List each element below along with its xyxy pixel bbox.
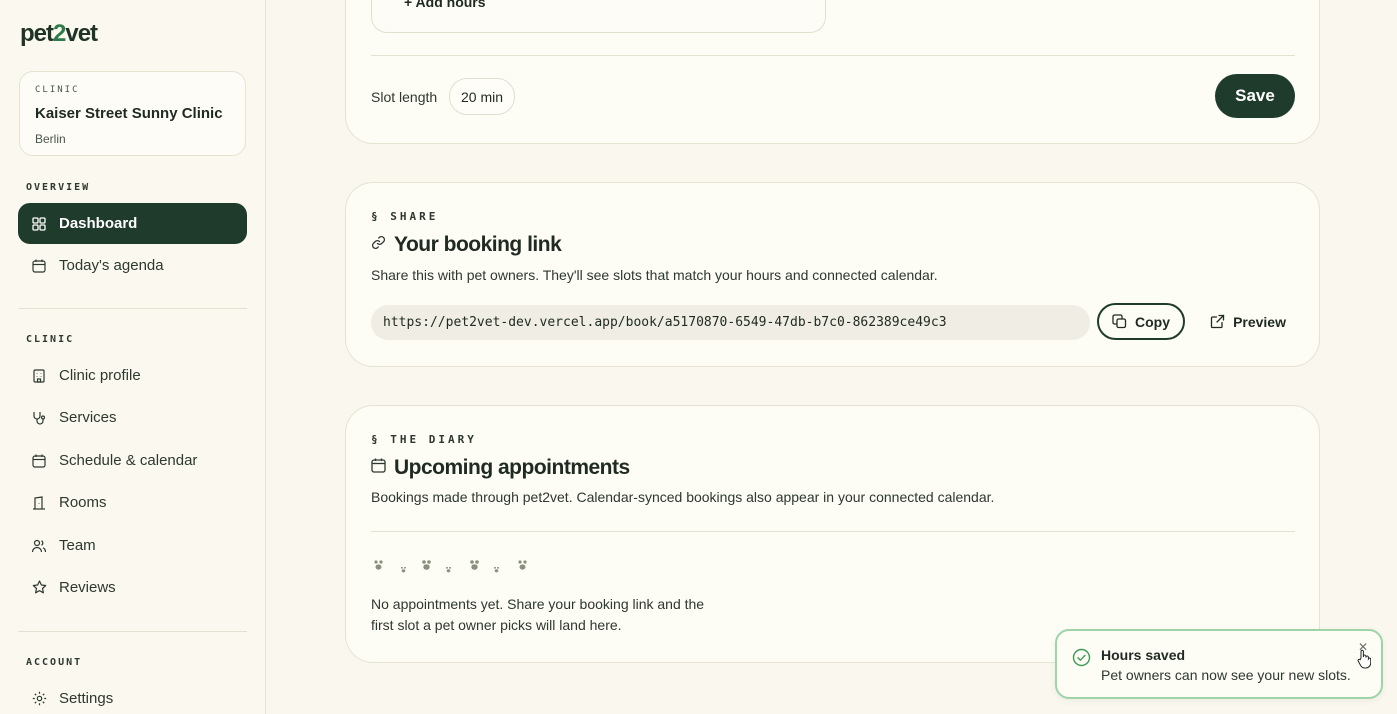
sidebar-item-services[interactable]: Services [18,397,247,438]
copy-icon [1112,314,1127,329]
copy-label: Copy [1135,313,1170,330]
sidebar: pet2vet CLINIC Kaiser Street Sunny Clini… [0,0,266,714]
logo-text-post: vet [65,20,98,47]
share-title-text: Your booking link [394,233,562,256]
logo-text-pre: pet [20,20,54,47]
section-label-account: ACCOUNT [26,657,83,668]
star-icon [31,580,47,596]
sidebar-item-label: Clinic profile [59,367,141,384]
section-label-clinic: CLINIC [26,334,75,345]
door-icon [31,495,47,511]
gear-icon [31,691,47,707]
clinic-switcher[interactable]: CLINIC Kaiser Street Sunny Clinic Berlin [19,71,246,156]
building-icon [31,368,47,384]
sidebar-item-label: Team [59,537,96,554]
add-hours-button[interactable]: + Add hours [371,0,826,33]
hours-card: + Add hours Slot length 20 min Save [345,0,1320,144]
toast-title: Hours saved [1101,647,1186,663]
card-divider [371,55,1295,56]
diary-title: Upcoming appointments [371,456,630,480]
toast-message: Pet owners can now see your new slots. [1101,667,1351,683]
dashboard-icon [31,216,47,232]
share-eyebrow: § SHARE [371,210,439,223]
paw-prints-icon [371,559,531,576]
diary-eyebrow: § THE DIARY [371,433,477,446]
users-icon [31,538,47,554]
copy-button[interactable]: Copy [1097,303,1185,340]
stethoscope-icon [31,410,47,426]
sidebar-item-label: Schedule & calendar [59,452,198,469]
sidebar-item-rooms[interactable]: Rooms [18,482,247,523]
share-description: Share this with pet owners. They'll see … [371,267,938,283]
sidebar-item-label: Reviews [59,579,116,596]
slot-length-select[interactable]: 20 min [449,78,515,115]
external-link-icon [1210,314,1225,329]
sidebar-item-team[interactable]: Team [18,525,247,566]
section-label-overview: OVERVIEW [26,182,91,193]
sidebar-item-clinic-profile[interactable]: Clinic profile [18,355,247,396]
calendar-icon [31,258,47,274]
clinic-tag: CLINIC [35,85,80,95]
sidebar-item-label: Rooms [59,494,107,511]
calendar-icon [31,453,47,469]
hand-cursor-icon [1357,649,1372,674]
share-title: Your booking link [371,233,562,257]
sidebar-item-label: Today's agenda [59,257,164,274]
booking-url-field[interactable]: https://pet2vet-dev.vercel.app/book/a517… [371,305,1090,340]
logo-text-two: 2 [53,20,66,47]
check-circle-icon [1072,648,1091,672]
card-divider [371,531,1295,532]
sidebar-item-settings[interactable]: Settings [18,678,247,714]
sidebar-item-reviews[interactable]: Reviews [18,567,247,608]
diary-description: Bookings made through pet2vet. Calendar-… [371,489,995,505]
preview-label: Preview [1233,313,1286,330]
empty-state-text: No appointments yet. Share your booking … [371,596,705,633]
clinic-city: Berlin [35,132,66,146]
share-card: § SHARE Your booking link Share this wit… [345,182,1320,367]
sidebar-item-label: Services [59,409,117,426]
save-button[interactable]: Save [1215,74,1295,118]
link-icon [371,235,386,255]
sidebar-divider [18,308,247,309]
sidebar-item-label: Settings [59,690,114,707]
sidebar-item-todays-agenda[interactable]: Today's agenda [18,245,247,286]
toast-notification: Hours saved Pet owners can now see your … [1055,629,1383,699]
sidebar-item-label: Dashboard [59,215,138,232]
preview-button[interactable]: Preview [1206,303,1286,340]
sidebar-item-dashboard[interactable]: Dashboard [18,203,247,244]
slot-length-label: Slot length [371,89,438,105]
add-hours-label: + Add hours [404,0,486,10]
diary-card: § THE DIARY Upcoming appointments Bookin… [345,405,1320,663]
sidebar-item-schedule-calendar[interactable]: Schedule & calendar [18,440,247,481]
logo[interactable]: pet2vet [20,20,98,48]
diary-title-text: Upcoming appointments [394,456,630,479]
calendar-icon [371,458,386,478]
clinic-name: Kaiser Street Sunny Clinic [35,105,223,122]
sidebar-divider [18,631,247,632]
